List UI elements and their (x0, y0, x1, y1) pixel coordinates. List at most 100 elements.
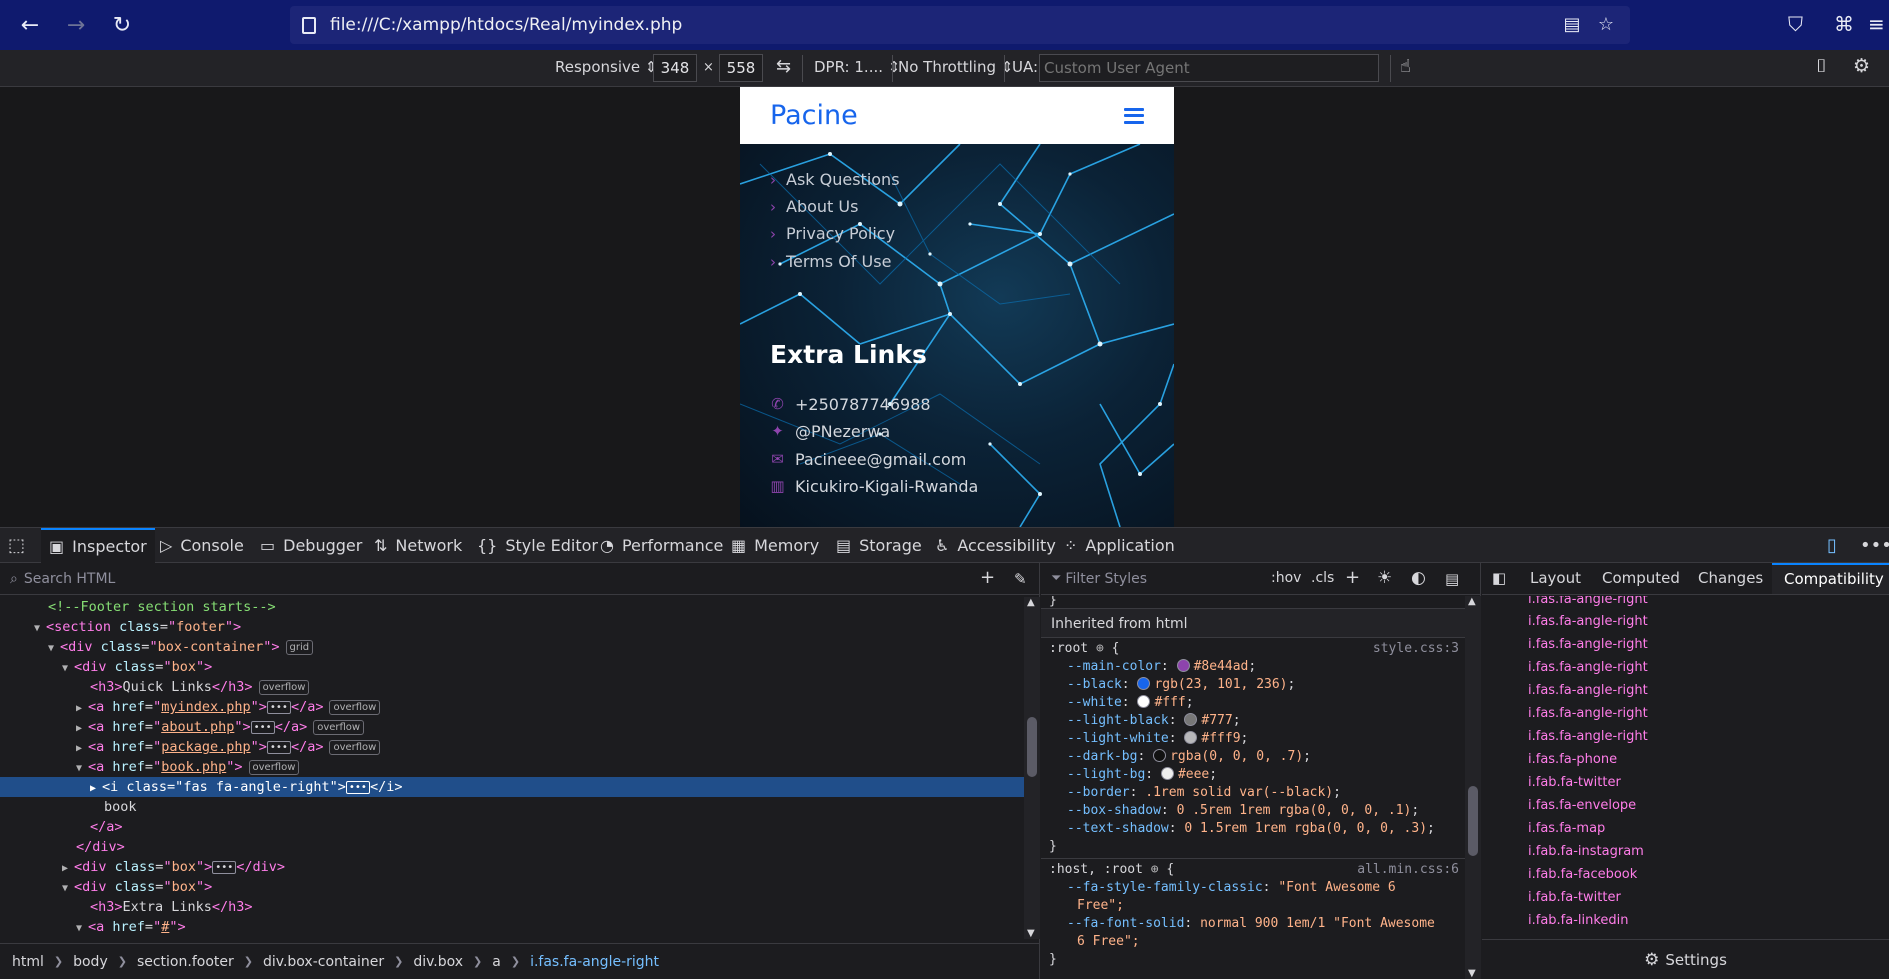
rule-source[interactable]: style.css:3 (1373, 640, 1459, 658)
contact-location[interactable]: ▥ Kicukiro-Kigali-Rwanda (770, 477, 978, 496)
tab-layout[interactable]: Layout (1530, 563, 1581, 594)
ellipsis-icon[interactable]: ••• (345, 780, 370, 794)
tab-memory[interactable]: ▦ Memory (731, 528, 819, 563)
scroll-up-icon[interactable]: ▲ (1468, 596, 1476, 607)
compat-item[interactable]: i.fas.fa-angle-right (1482, 610, 1889, 633)
compat-item[interactable]: i.fas.fa-angle-right (1482, 679, 1889, 702)
tree-node[interactable]: ▼ <div class="box"> (0, 877, 1024, 897)
tab-network[interactable]: ⇅ Network (374, 528, 462, 563)
rules-scrollbar[interactable]: ▲ ▼ (1465, 596, 1481, 979)
tree-node[interactable]: ▼ <a href="#"> (0, 917, 1024, 937)
css-declaration[interactable]: --light-black: #777; (1041, 712, 1465, 730)
tab-debugger[interactable]: ▭ Debugger (260, 528, 362, 563)
touch-simulation-icon[interactable]: ☝ (1400, 56, 1411, 77)
filter-styles-input[interactable] (1065, 570, 1266, 587)
more-options-icon[interactable]: ••• (1860, 528, 1889, 563)
color-swatch[interactable] (1137, 677, 1151, 690)
forward-icon[interactable]: → (62, 11, 90, 39)
css-declaration[interactable]: --fa-font-solid: normal 900 1em/1 "Font … (1041, 915, 1465, 933)
toggle-sidebar-icon[interactable]: ◧ (1492, 563, 1506, 594)
expanded-twisty-icon[interactable]: ▼ (76, 919, 88, 939)
contact-email[interactable]: ✉ Pacineee@gmail.com (770, 450, 966, 469)
translate-icon[interactable]: ⌘ (1834, 12, 1854, 36)
collapsed-twisty-icon[interactable]: ▶ (90, 779, 102, 799)
css-declaration[interactable]: --text-shadow: 0 1.5rem 1rem rgba(0, 0, … (1041, 820, 1465, 838)
compat-item[interactable]: i.fas.fa-angle-right (1482, 702, 1889, 725)
dark-scheme-icon[interactable]: ◐ (1411, 568, 1426, 588)
compat-item[interactable]: i.fas.fa-phone (1482, 748, 1889, 771)
css-declaration[interactable]: --dark-bg: rgba(0, 0, 0, .7); (1041, 748, 1465, 766)
compat-item[interactable]: i.fab.fa-twitter (1482, 771, 1889, 794)
compat-item[interactable]: i.fas.fa-angle-right (1482, 596, 1889, 610)
target-icon[interactable]: ⊕ (1096, 641, 1104, 656)
css-declaration[interactable]: --light-white: #fff9; (1041, 730, 1465, 748)
footer-link[interactable]: › Privacy Policy (770, 224, 895, 243)
rule-source[interactable]: all.min.css:6 (1357, 861, 1459, 879)
tree-node[interactable]: ▼ <div class="box"> (0, 657, 1024, 677)
compat-item[interactable]: i.fab.fa-linkedin (1482, 909, 1889, 932)
tree-node[interactable]: book (0, 797, 1024, 817)
add-node-icon[interactable]: + (980, 567, 995, 588)
color-swatch[interactable] (1176, 659, 1190, 672)
breadcrumb-item[interactable]: div.box-container (263, 954, 384, 970)
tab-console[interactable]: ▷ Console (160, 528, 244, 563)
color-swatch[interactable] (1137, 695, 1151, 708)
scroll-down-icon[interactable]: ▼ (1027, 928, 1035, 939)
compat-item[interactable]: i.fab.fa-twitter (1482, 886, 1889, 909)
breadcrumb-item[interactable]: body (73, 954, 108, 970)
rule-selector[interactable]: :host, :root ⊕ {all.min.css:6 (1041, 861, 1465, 879)
collapsed-twisty-icon[interactable]: ▶ (62, 859, 74, 879)
settings-gear-icon[interactable]: ⚙ (1853, 55, 1870, 77)
eyedropper-icon[interactable]: ✎ (1014, 570, 1027, 588)
css-declaration[interactable]: --black: rgb(23, 101, 236); (1041, 676, 1465, 694)
screenshot-icon[interactable]: ⌷ (1816, 56, 1827, 77)
css-declaration[interactable]: --box-shadow: 0 .5rem 1rem rgba(0, 0, 0,… (1041, 802, 1465, 820)
tree-node[interactable]: <!--Footer section starts--> (0, 597, 1024, 617)
throttling-selector[interactable]: No Throttling ⇕ (898, 58, 1013, 76)
device-selector[interactable]: Responsive ⇕ (555, 58, 657, 76)
tab-accessibility[interactable]: ♿ Accessibility (935, 528, 1056, 563)
color-swatch[interactable] (1160, 767, 1174, 780)
dpr-selector[interactable]: DPR: 1.... ⇕ (814, 58, 900, 76)
css-declaration[interactable]: --white: #fff; (1041, 694, 1465, 712)
tree-node[interactable]: ▼ <div class="box-container"> grid (0, 637, 1024, 657)
tab-changes[interactable]: Changes (1698, 563, 1763, 594)
color-swatch[interactable] (1153, 749, 1167, 762)
search-html-input[interactable] (23, 570, 924, 587)
hov-toggle[interactable]: :hov (1271, 570, 1301, 586)
tree-node[interactable]: ▶ <div class="box"> ••• </div> (0, 857, 1024, 877)
tree-node[interactable]: ▼ <section class="footer"> (0, 617, 1024, 637)
reload-icon[interactable]: ↻ (108, 11, 136, 39)
viewport-height-input[interactable]: 558 (719, 54, 763, 82)
hamburger-menu-icon[interactable] (1124, 107, 1144, 124)
tree-node[interactable]: </div> (0, 837, 1024, 857)
user-agent-input[interactable] (1039, 54, 1379, 82)
cls-toggle[interactable]: .cls (1311, 570, 1334, 586)
footer-link[interactable]: › Ask Questions (770, 170, 900, 189)
breadcrumb-item[interactable]: html (12, 954, 44, 970)
element-picker-icon[interactable]: ⬚ (8, 528, 25, 563)
tab-application[interactable]: ⁘ Application (1064, 528, 1175, 563)
tab-computed[interactable]: Computed (1602, 563, 1680, 594)
scrollbar-thumb[interactable] (1027, 717, 1037, 777)
tree-node[interactable]: ▶ <a href="about.php"> ••• </a> overflow (0, 717, 1024, 737)
expanded-twisty-icon[interactable]: ▼ (62, 879, 74, 899)
breadcrumb-item[interactable]: section.footer (137, 954, 234, 970)
rule-selector[interactable]: :root ⊕ {style.css:3 (1041, 640, 1465, 658)
css-declaration[interactable]: --fa-style-family-classic: "Font Awesome… (1041, 879, 1465, 897)
expanded-twisty-icon[interactable]: ▼ (48, 639, 60, 659)
dock-side-icon[interactable]: ▯ (1827, 528, 1837, 563)
breadcrumb-item[interactable]: div.box (413, 954, 463, 970)
expanded-twisty-icon[interactable]: ▼ (62, 659, 74, 679)
compat-item[interactable]: i.fas.fa-angle-right (1482, 725, 1889, 748)
attr-value[interactable]: book.php (161, 759, 226, 775)
footer-link[interactable]: › About Us (770, 197, 858, 216)
breadcrumb-item[interactable]: a (492, 954, 501, 970)
ellipsis-icon[interactable]: ••• (266, 700, 291, 714)
print-media-icon[interactable]: ▤ (1445, 570, 1459, 588)
tab-storage[interactable]: ▤ Storage (836, 528, 922, 563)
url-bar[interactable]: file:///C:/xampp/htdocs/Real/myindex.php… (290, 6, 1630, 44)
expanded-twisty-icon[interactable]: ▼ (34, 619, 46, 639)
breadcrumb-item-current[interactable]: i.fas.fa-angle-right (530, 954, 659, 970)
attr-value[interactable]: myindex.php (161, 699, 250, 715)
